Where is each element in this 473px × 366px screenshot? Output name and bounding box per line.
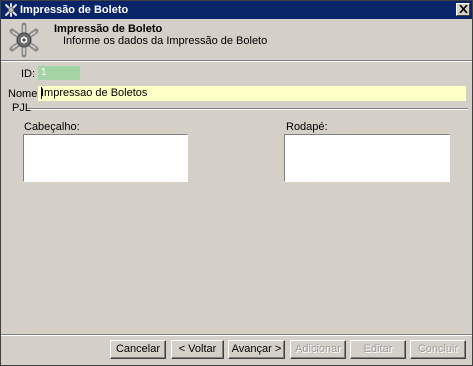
cabecalho-textarea[interactable] — [23, 134, 188, 182]
back-button[interactable]: < Voltar — [171, 340, 224, 359]
add-button[interactable]: Adicionar — [290, 340, 346, 359]
wizard-window: Impressão de Boleto Impressão de Boleto — [0, 0, 473, 366]
id-label: ID: — [21, 68, 36, 80]
pjl-group-line — [27, 108, 468, 110]
nome-input[interactable]: Impressao de Boletos — [38, 86, 466, 101]
wizard-header: Impressão de Boleto Informe os dados da … — [1, 19, 472, 63]
cancel-button[interactable]: Cancelar — [110, 340, 166, 359]
footer-divider — [1, 334, 472, 336]
id-field: 1 — [38, 66, 80, 80]
nome-label: Nome: — [8, 88, 41, 100]
pjl-group-label: PJL — [12, 102, 31, 114]
rodape-textarea[interactable] — [284, 134, 450, 182]
edit-button[interactable]: Editar — [350, 340, 406, 359]
next-button[interactable]: Avançar > — [228, 340, 285, 359]
cabecalho-label: Cabeçalho: — [24, 121, 80, 133]
text-caret — [41, 87, 42, 99]
finish-button[interactable]: Concluir — [410, 340, 466, 359]
wizard-icon — [9, 22, 39, 58]
close-button[interactable] — [456, 3, 470, 16]
close-icon — [459, 5, 468, 13]
app-icon — [5, 3, 17, 17]
header-divider — [1, 60, 472, 62]
rodape-label: Rodapé: — [286, 121, 328, 133]
header-title: Impressão de Boleto — [54, 23, 163, 35]
title-bar[interactable]: Impressão de Boleto — [1, 1, 472, 19]
header-subtitle: Informe os dados da Impressão de Boleto — [63, 35, 268, 47]
window-title: Impressão de Boleto — [20, 4, 129, 16]
